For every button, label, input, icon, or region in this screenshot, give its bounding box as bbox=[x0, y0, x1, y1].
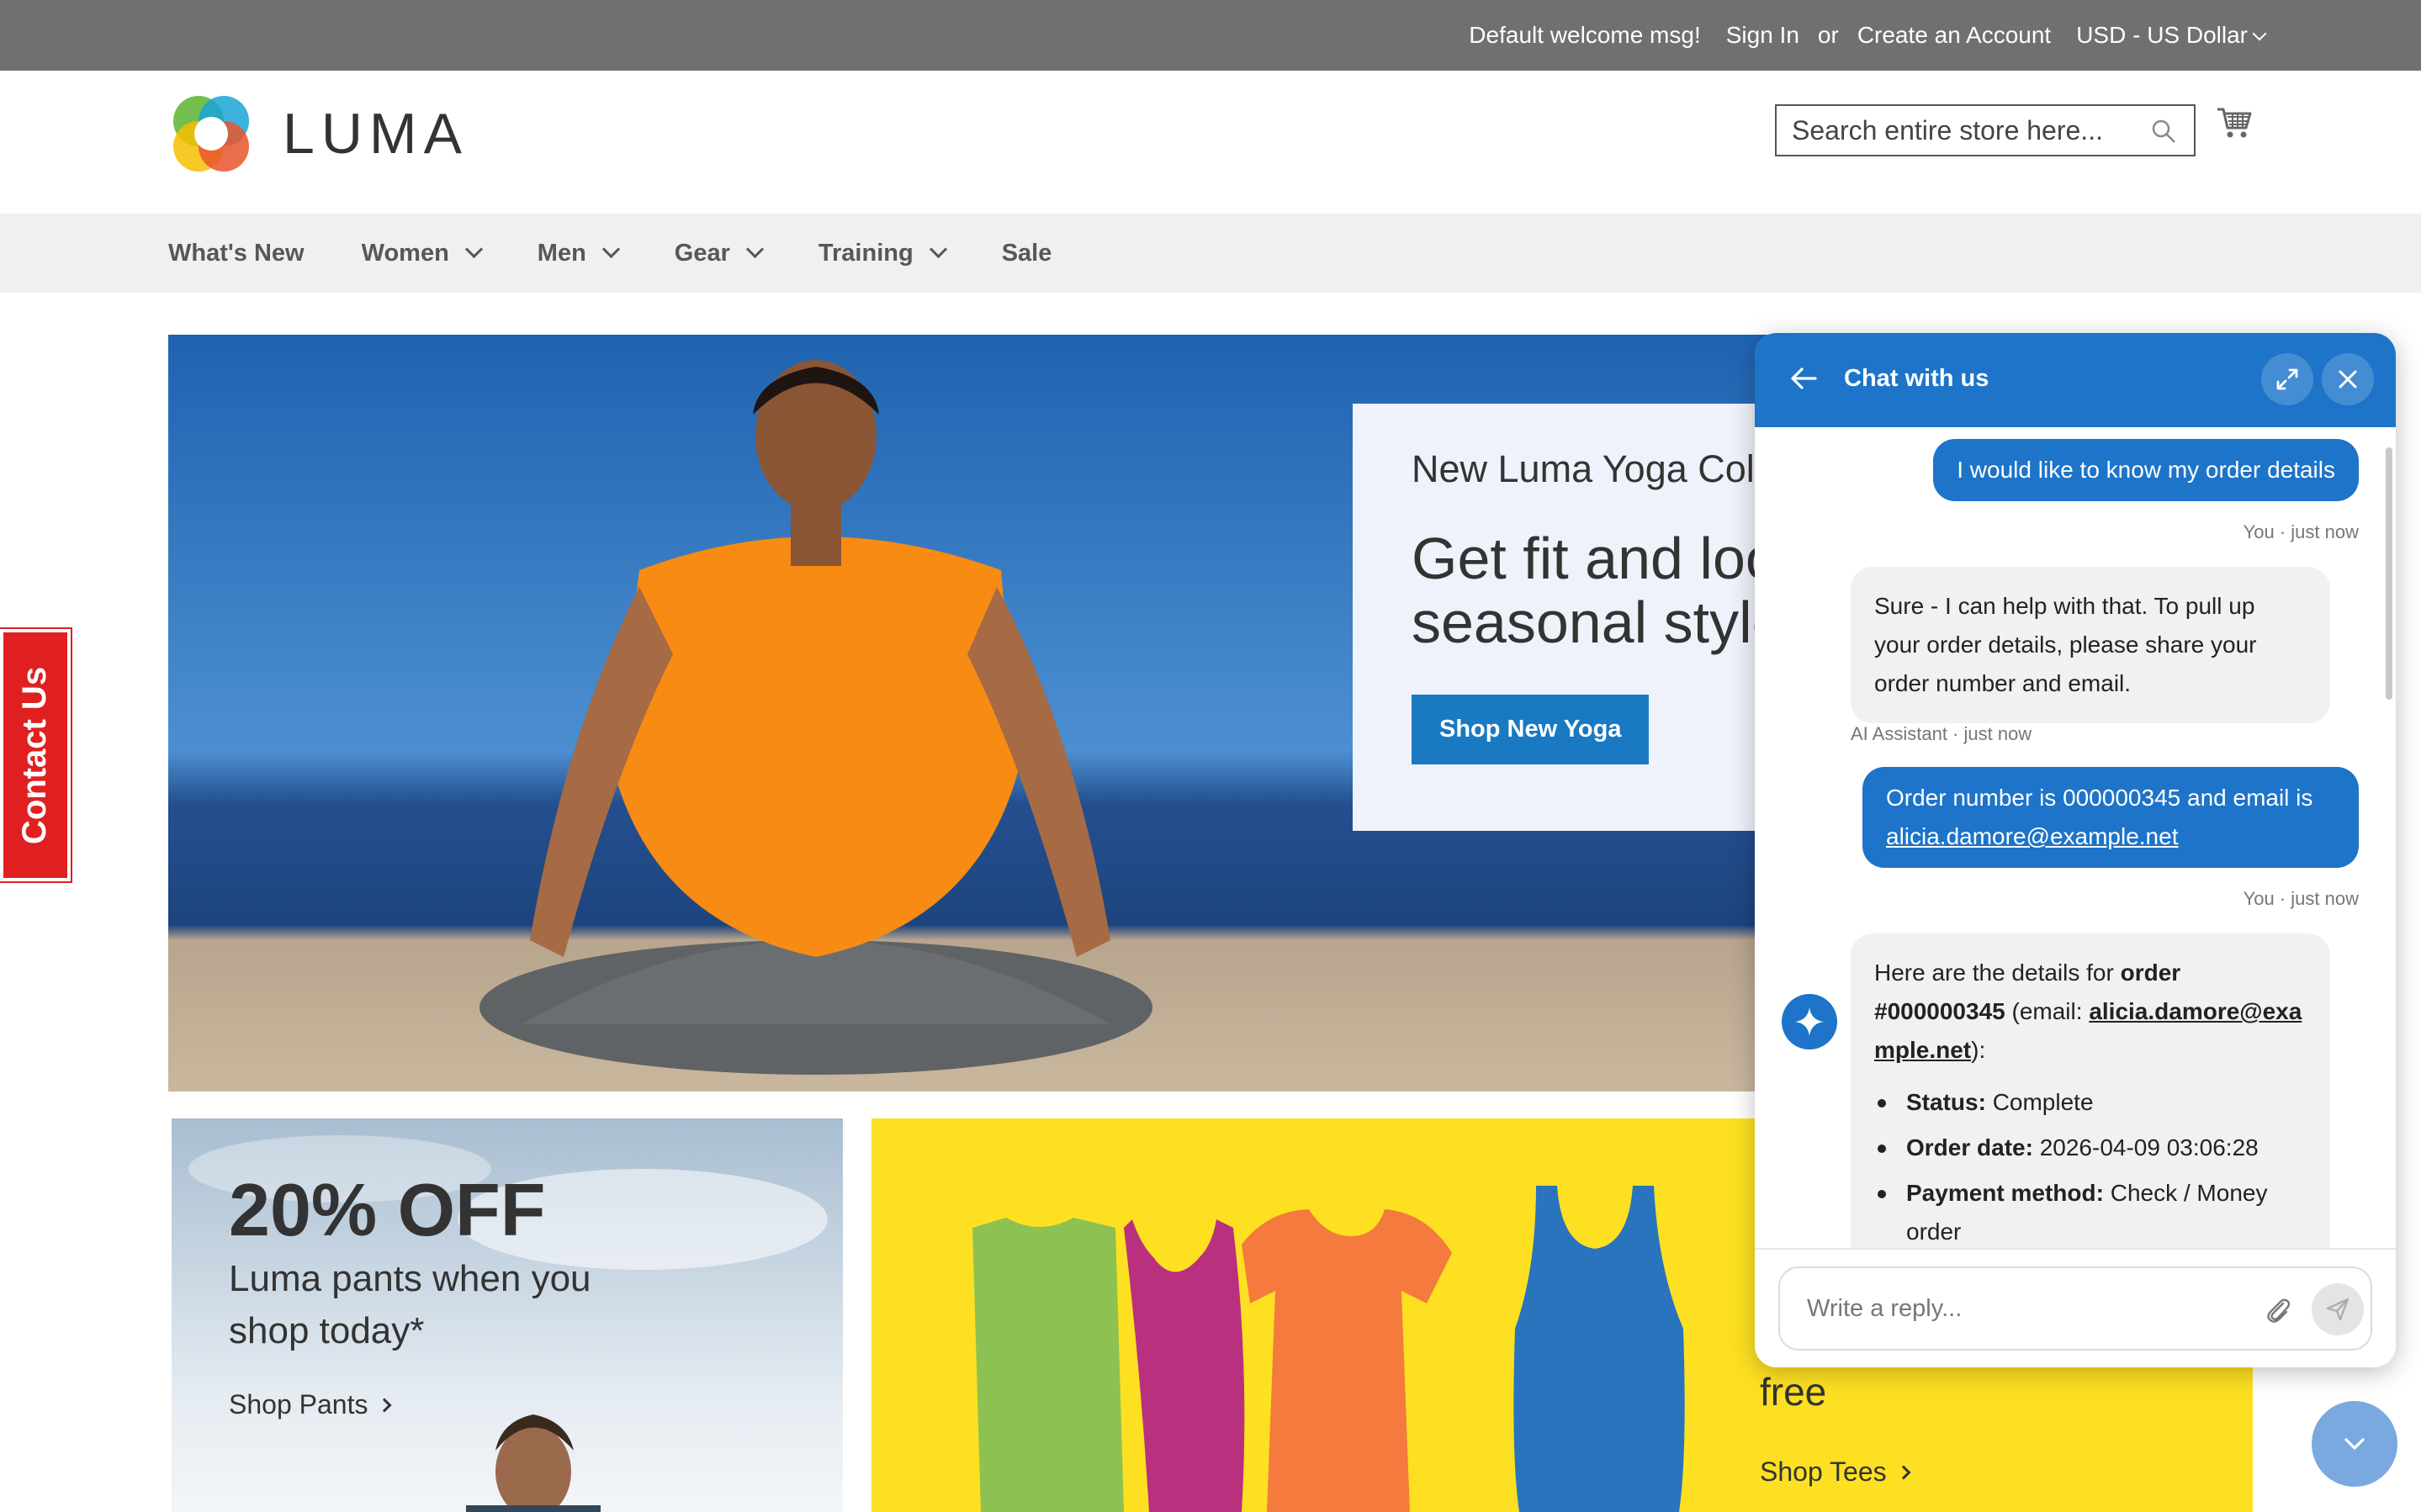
detail-label: Order date: bbox=[1906, 1134, 2033, 1160]
search-box[interactable] bbox=[1775, 104, 2196, 156]
order-email-prefix: (email: bbox=[2005, 998, 2090, 1024]
close-icon bbox=[2339, 370, 2357, 389]
order-intro-suffix: ): bbox=[1971, 1037, 1986, 1063]
chevron-down-icon bbox=[601, 240, 620, 258]
order-detail-date: Order date: 2026-04-09 03:06:28 bbox=[1874, 1129, 2307, 1167]
nav-label: Training bbox=[818, 239, 914, 267]
send-icon bbox=[2326, 1298, 2349, 1321]
message-assistant: Here are the details for order #00000034… bbox=[1851, 933, 2330, 1248]
shop-pants-link[interactable]: Shop Pants bbox=[229, 1389, 392, 1420]
detail-label: Payment method: bbox=[1906, 1180, 2104, 1206]
email-link[interactable]: alicia.damore@example.net bbox=[1886, 823, 2178, 849]
order-intro-prefix: Here are the details for bbox=[1874, 960, 2121, 986]
contact-us-tab[interactable]: Contact Us bbox=[0, 627, 72, 883]
expand-button[interactable] bbox=[2261, 353, 2313, 405]
shop-tees-label: Shop Tees bbox=[1760, 1456, 1887, 1487]
chat-scrollbar[interactable] bbox=[2386, 447, 2392, 700]
message-meta: You · just now bbox=[2243, 521, 2359, 542]
nav-label: Gear bbox=[674, 239, 730, 267]
nav-item-whats-new[interactable]: What's New bbox=[168, 240, 305, 267]
chevron-right-icon bbox=[377, 1398, 392, 1412]
shop-new-yoga-button[interactable]: Shop New Yoga bbox=[1412, 695, 1650, 764]
logo-text: LUMA bbox=[283, 102, 469, 166]
message-text: Order number is 000000345 and email is bbox=[1886, 785, 2313, 811]
or-text: or bbox=[1817, 22, 1839, 48]
nav-item-gear[interactable]: Gear bbox=[674, 239, 765, 267]
nav-label: Men bbox=[537, 239, 586, 267]
chat-header: Chat with us bbox=[1755, 333, 2396, 427]
nav-item-sale[interactable]: Sale bbox=[1002, 240, 1052, 267]
shop-tees-link[interactable]: Shop Tees bbox=[1760, 1456, 1911, 1488]
order-intro: Here are the details for order #00000034… bbox=[1874, 954, 2307, 1070]
message-assistant: Sure - I can help with that. To pull up … bbox=[1851, 567, 2330, 723]
top-bar: Default welcome msg! Sign In or Create a… bbox=[0, 0, 2421, 71]
chat-footer bbox=[1755, 1248, 2396, 1367]
promo-tees-text: free bbox=[1760, 1370, 1827, 1414]
message-user: Order number is 000000345 and email is a… bbox=[1862, 767, 2359, 868]
nav-item-women[interactable]: Women bbox=[361, 239, 483, 267]
welcome-message: Default welcome msg! bbox=[1469, 22, 1701, 48]
assistant-avatar bbox=[1782, 994, 1837, 1049]
chevron-right-icon bbox=[1896, 1465, 1911, 1479]
reply-box[interactable] bbox=[1778, 1266, 2372, 1351]
sign-in-link[interactable]: Sign In bbox=[1726, 22, 1799, 49]
luma-logo-icon bbox=[173, 96, 249, 172]
expand-icon bbox=[2276, 368, 2298, 390]
order-detail-status: Status: Complete bbox=[1874, 1083, 2307, 1122]
chevron-down-icon bbox=[2344, 1438, 2365, 1450]
chat-launcher-button[interactable] bbox=[2312, 1401, 2397, 1487]
promo-pants-headline: 20% OFF bbox=[229, 1168, 546, 1251]
chevron-down-icon bbox=[2252, 26, 2267, 41]
close-button[interactable] bbox=[2322, 353, 2374, 405]
nav-label: Women bbox=[361, 239, 449, 267]
message-meta: AI Assistant · just now bbox=[1851, 723, 2032, 744]
chat-title: Chat with us bbox=[1844, 365, 1989, 392]
detail-label: Status: bbox=[1906, 1089, 1986, 1115]
logo[interactable]: LUMA bbox=[168, 87, 469, 180]
currency-label: USD - US Dollar bbox=[2076, 22, 2248, 48]
detail-value: 2026-04-09 03:06:28 bbox=[2039, 1134, 2259, 1160]
nav-label: What's New bbox=[168, 239, 305, 267]
promo-pants-subline: Luma pants when you shop today* bbox=[229, 1258, 591, 1351]
currency-switcher[interactable]: USD - US Dollar bbox=[2076, 22, 2267, 49]
reply-input[interactable] bbox=[1807, 1294, 2228, 1323]
create-account-link[interactable]: Create an Account bbox=[1857, 22, 2051, 49]
main-nav: What's New Women Men Gear Training Sale bbox=[0, 214, 2421, 293]
cart-icon[interactable] bbox=[2216, 104, 2253, 141]
top-links: Default welcome msg! Sign In or Create a… bbox=[1469, 0, 2267, 71]
contact-us-label: Contact Us bbox=[16, 666, 54, 844]
paperclip-icon[interactable] bbox=[2261, 1293, 2295, 1327]
search-input[interactable] bbox=[1792, 114, 2145, 146]
arrow-left-icon[interactable] bbox=[1787, 362, 1820, 395]
search-icon[interactable] bbox=[2150, 118, 2177, 145]
chat-messages[interactable]: I would like to know my order details Yo… bbox=[1755, 427, 2396, 1248]
message-meta: You · just now bbox=[2243, 888, 2359, 909]
promo-pants[interactable]: 20% OFF Luma pants when you shop today* … bbox=[172, 1118, 843, 1512]
message-user: I would like to know my order details bbox=[1933, 439, 2359, 501]
chevron-down-icon bbox=[464, 240, 483, 258]
chat-widget: Chat with us I would like to know my ord… bbox=[1755, 333, 2396, 1367]
send-button[interactable] bbox=[2312, 1283, 2364, 1335]
sparkle-icon bbox=[1795, 1007, 1824, 1036]
order-details-list: Status: Complete Order date: 2026-04-09 … bbox=[1874, 1083, 2307, 1248]
detail-value: Complete bbox=[1992, 1089, 2094, 1115]
nav-item-men[interactable]: Men bbox=[537, 239, 620, 267]
shop-pants-label: Shop Pants bbox=[229, 1389, 368, 1419]
header: LUMA bbox=[0, 71, 2421, 214]
order-detail-payment: Payment method: Check / Money order bbox=[1874, 1174, 2307, 1248]
chevron-down-icon bbox=[745, 240, 765, 258]
nav-item-training[interactable]: Training bbox=[818, 239, 947, 267]
nav-label: Sale bbox=[1001, 239, 1052, 267]
chevron-down-icon bbox=[929, 240, 947, 258]
